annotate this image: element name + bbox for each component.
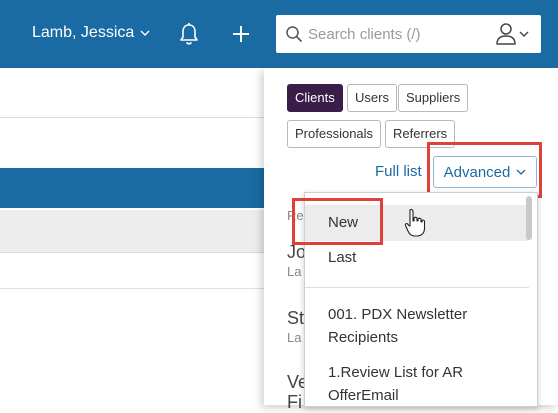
menu-divider xyxy=(305,287,529,288)
menu-item-label: Last xyxy=(328,249,357,266)
results-heading: Re xyxy=(287,208,304,223)
full-list-link[interactable]: Full list xyxy=(375,163,422,180)
filter-clients-button[interactable]: Clients xyxy=(287,84,343,112)
bell-icon[interactable] xyxy=(178,22,200,46)
advanced-label: Advanced xyxy=(443,163,511,181)
filter-users-button[interactable]: Users xyxy=(347,84,397,112)
advanced-menu-item-last[interactable]: Last xyxy=(305,245,529,271)
menu-item-label-line: 1.Review List for AR xyxy=(328,364,464,381)
menu-item-label-line: Recipients xyxy=(328,329,399,346)
top-bar: Lamb, Jessica xyxy=(0,0,558,68)
user-icon[interactable] xyxy=(495,22,517,46)
table-row xyxy=(0,210,264,253)
menu-item-label-line: OfferEmail xyxy=(328,387,399,404)
user-name: Lamb, Jessica xyxy=(32,24,135,41)
menu-scrollbar[interactable] xyxy=(526,196,532,240)
filter-professionals-button[interactable]: Professionals xyxy=(287,120,382,148)
search-input[interactable] xyxy=(308,23,478,45)
result-sub: La xyxy=(287,264,302,279)
plus-icon[interactable] xyxy=(230,23,252,45)
advanced-menu-item-pdx-newsletter[interactable]: 001. PDX Newsletter Recipients xyxy=(305,303,529,349)
advanced-menu: New Last 001. PDX Newsletter Recipients … xyxy=(304,192,538,407)
user-menu[interactable]: Lamb, Jessica xyxy=(32,24,150,42)
result-name[interactable]: St xyxy=(287,308,304,329)
divider xyxy=(0,288,264,289)
filter-suppliers-button[interactable]: Suppliers xyxy=(398,84,469,112)
advanced-menu-item-review-list[interactable]: 1.Review List for AR OfferEmail xyxy=(305,361,529,406)
search-box xyxy=(276,15,541,53)
result-sub: Fi xyxy=(287,392,302,412)
table-header-band xyxy=(0,168,264,208)
chevron-down-icon[interactable] xyxy=(519,29,529,39)
filter-referrers-button[interactable]: Referrers xyxy=(385,120,456,148)
divider xyxy=(0,117,264,118)
chevron-down-icon xyxy=(140,30,150,36)
advanced-menu-item-new[interactable]: New xyxy=(305,205,529,241)
chevron-down-icon xyxy=(516,169,526,175)
advanced-button[interactable]: Advanced xyxy=(433,156,537,188)
result-sub: La xyxy=(287,330,302,345)
menu-item-label: New xyxy=(328,214,359,231)
menu-item-label-line: 001. PDX Newsletter xyxy=(328,306,468,323)
search-icon xyxy=(286,26,303,43)
